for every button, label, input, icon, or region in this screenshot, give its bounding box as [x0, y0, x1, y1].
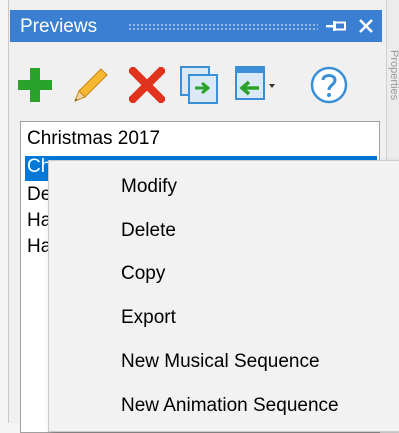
- panel-title-bar[interactable]: Previews: [10, 10, 382, 42]
- copy-icon: [180, 66, 218, 104]
- menu-item-new-animation-sequence[interactable]: New Animation Sequence: [49, 386, 399, 426]
- menu-item-delete[interactable]: Delete: [49, 211, 399, 251]
- toolbar: [12, 60, 382, 112]
- copy-button[interactable]: [176, 60, 222, 110]
- help-button[interactable]: [306, 60, 352, 110]
- x-icon: [129, 67, 165, 103]
- pencil-icon: [74, 68, 108, 102]
- title-grip: [128, 23, 318, 31]
- list-item[interactable]: Christmas 2017: [25, 128, 377, 153]
- add-button[interactable]: [12, 60, 58, 110]
- export-icon: [235, 66, 275, 100]
- pin-icon: [326, 21, 346, 31]
- close-button[interactable]: [354, 14, 378, 38]
- menu-item-copy[interactable]: Copy: [49, 254, 399, 294]
- side-strip-label: Properties: [388, 50, 399, 101]
- edit-button[interactable]: [68, 60, 114, 110]
- delete-button[interactable]: [124, 60, 170, 110]
- menu-item-modify[interactable]: Modify: [49, 167, 399, 207]
- list-item[interactable]: Ha: [25, 210, 49, 235]
- export-button[interactable]: [232, 60, 278, 110]
- menu-item-new-musical-sequence[interactable]: New Musical Sequence: [49, 342, 399, 382]
- panel-title: Previews: [20, 16, 98, 37]
- list-item[interactable]: Ha: [25, 236, 49, 261]
- pin-button[interactable]: [324, 14, 348, 38]
- menu-item-export[interactable]: Export: [49, 298, 399, 338]
- close-icon: [359, 19, 373, 33]
- list-item[interactable]: De: [25, 184, 49, 209]
- question-icon: [310, 66, 348, 104]
- context-menu: Modify Delete Copy Export New Musical Se…: [48, 160, 399, 432]
- plus-icon: [18, 68, 52, 102]
